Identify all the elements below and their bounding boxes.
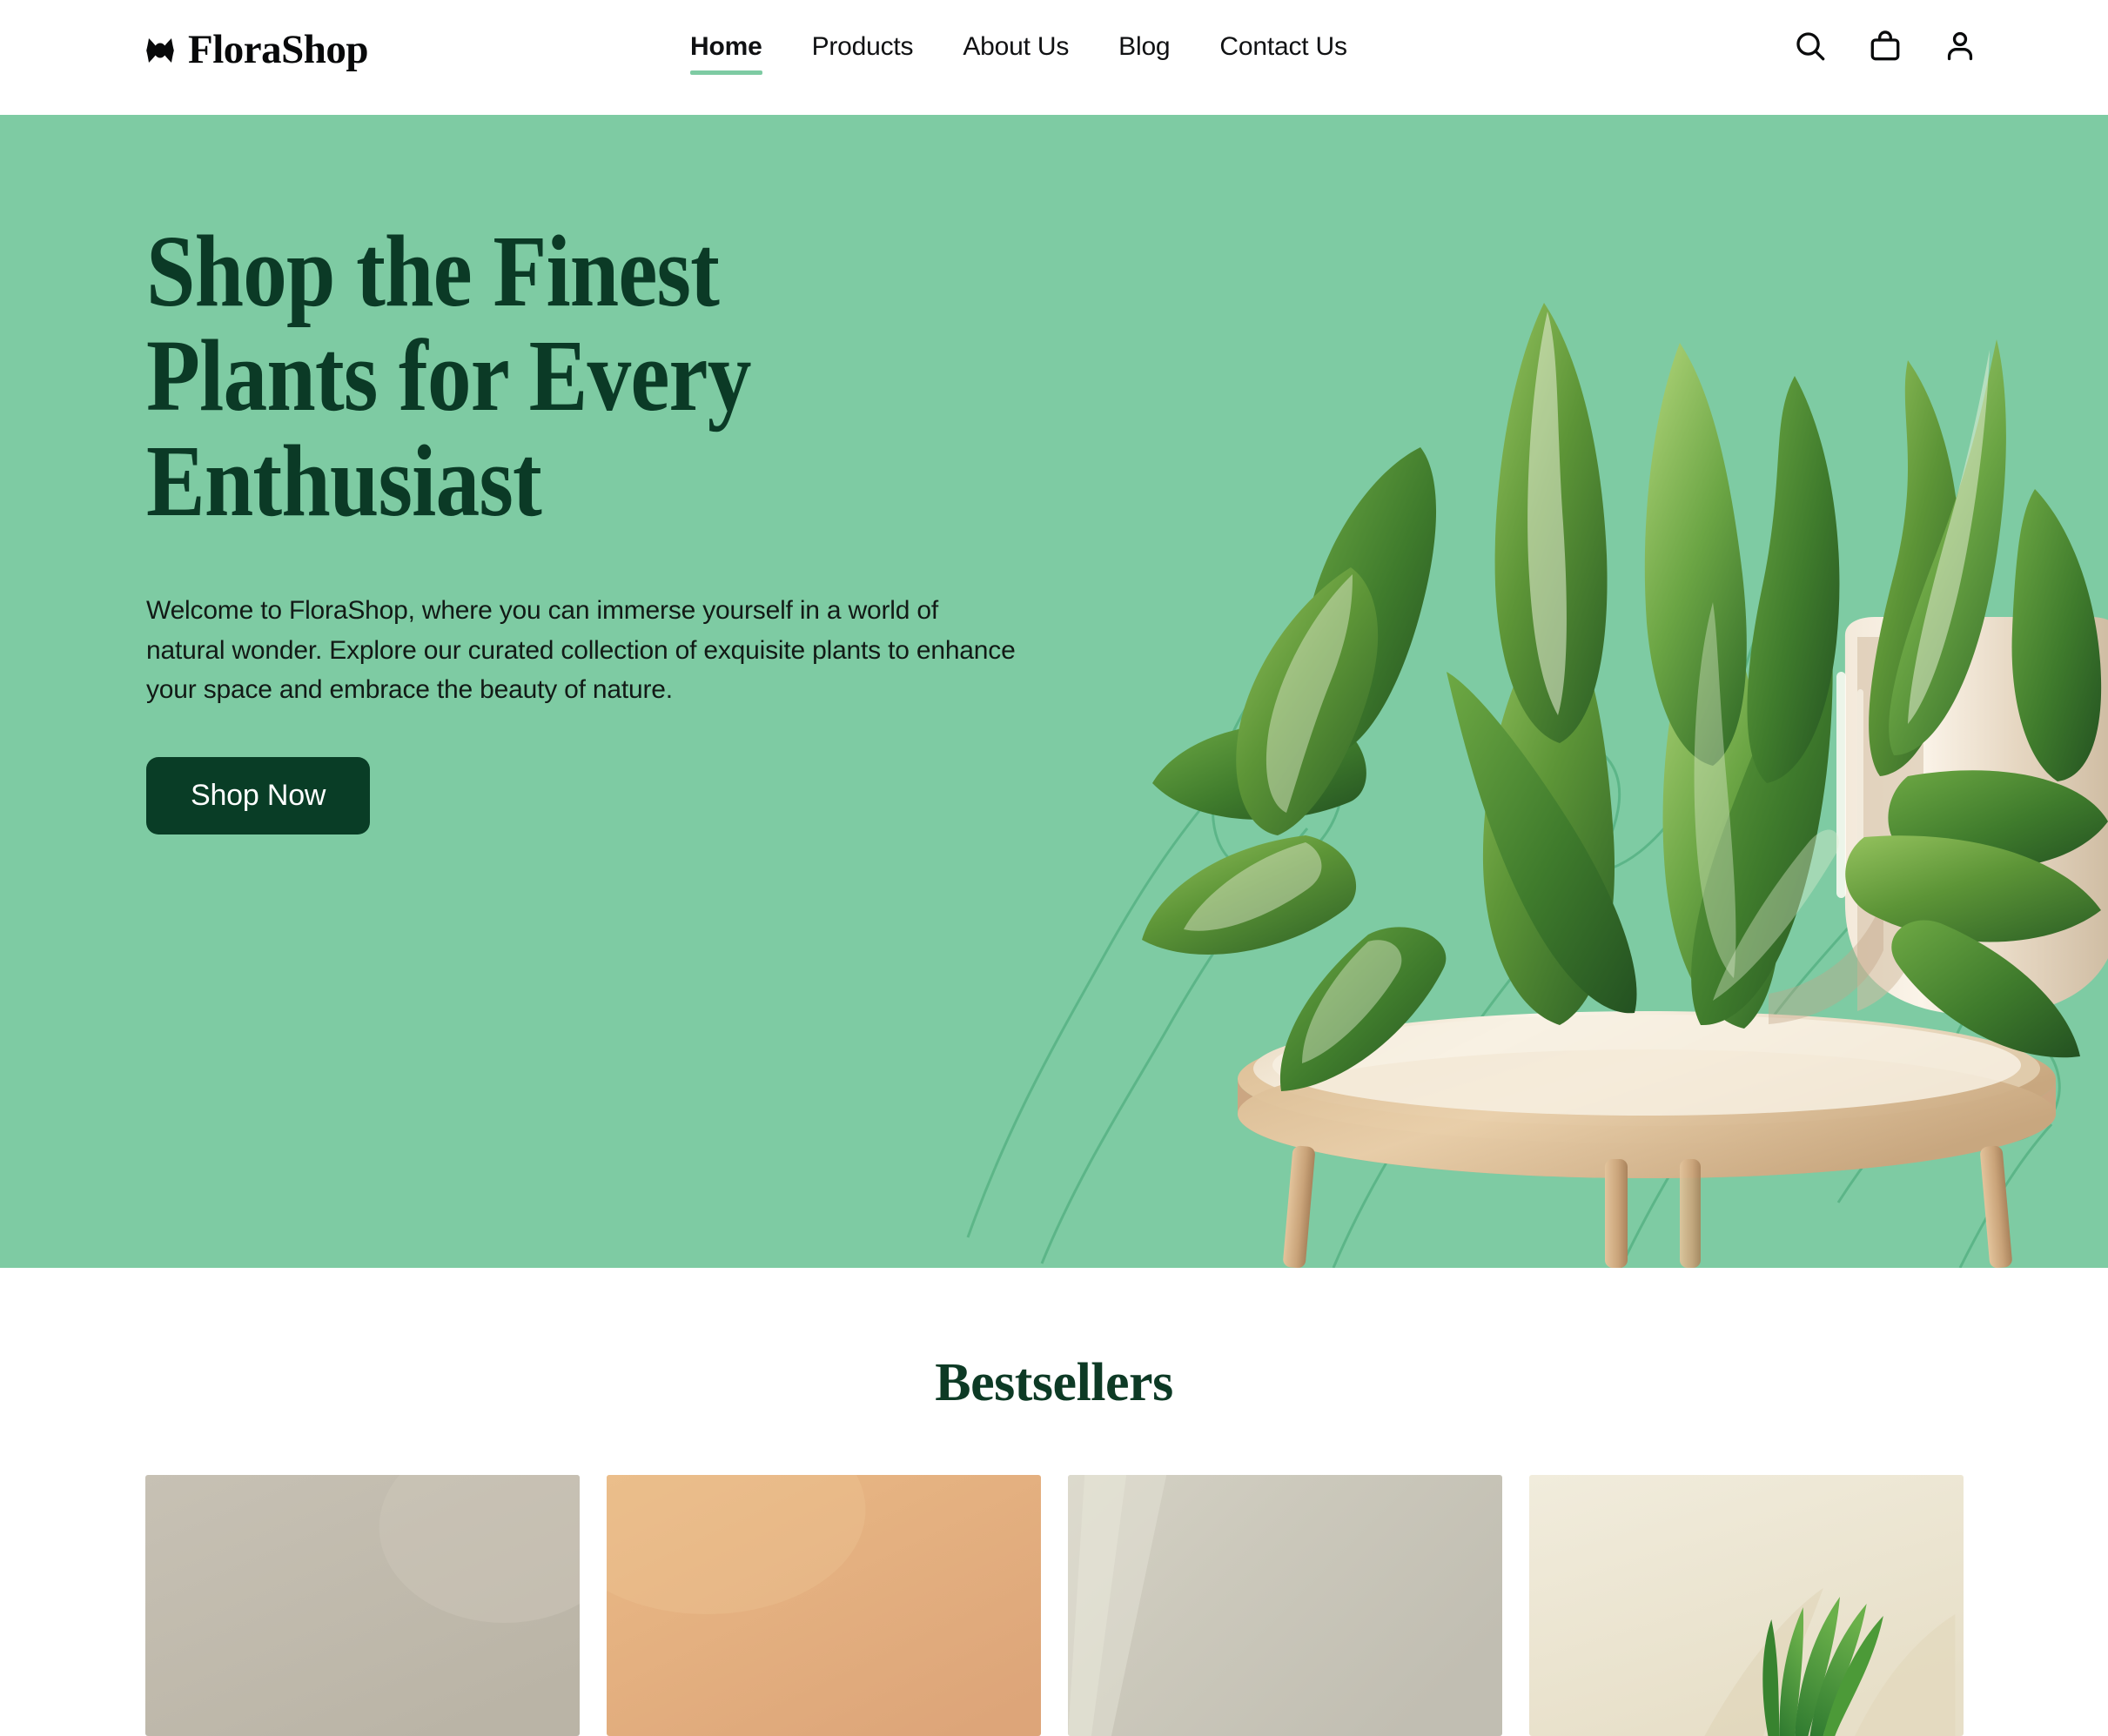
product-image-1 bbox=[144, 1475, 580, 1736]
nav-item-home[interactable]: Home bbox=[690, 31, 762, 84]
nav-item-about-us[interactable]: About Us bbox=[963, 31, 1069, 84]
nav-item-products[interactable]: Products bbox=[812, 31, 914, 84]
search-button[interactable] bbox=[1791, 28, 1829, 66]
product-card[interactable] bbox=[1067, 1475, 1502, 1736]
cart-button[interactable] bbox=[1866, 28, 1904, 66]
nav-item-blog[interactable]: Blog bbox=[1118, 31, 1170, 84]
product-image-2 bbox=[606, 1475, 1041, 1736]
shop-now-button[interactable]: Shop Now bbox=[146, 756, 371, 834]
hero-subtitle: Welcome to FloraShop, where you can imme… bbox=[146, 596, 1016, 705]
nav-item-contact-us[interactable]: Contact Us bbox=[1219, 31, 1347, 84]
bestsellers-product-grid bbox=[144, 1475, 1964, 1736]
hero-title: Shop the Finest Plants for Every Enthusi… bbox=[146, 214, 751, 538]
product-card[interactable] bbox=[144, 1475, 580, 1736]
primary-navigation: Home Products About Us Blog Contact Us bbox=[690, 31, 1347, 84]
brand-name: FloraShop bbox=[188, 27, 369, 72]
product-card[interactable] bbox=[1528, 1475, 1964, 1736]
user-account-icon bbox=[1942, 28, 1978, 67]
bestsellers-title: Bestsellers bbox=[935, 1353, 1173, 1412]
flower-mark-icon bbox=[144, 35, 176, 66]
account-button[interactable] bbox=[1941, 28, 1979, 66]
search-icon bbox=[1792, 28, 1829, 67]
bestsellers-section: Bestsellers bbox=[0, 1268, 2108, 1736]
hero-copy: Shop the Finest Plants for Every Enthusi… bbox=[146, 214, 1017, 834]
shopping-bag-icon bbox=[1867, 28, 1903, 67]
product-image-4 bbox=[1528, 1475, 1964, 1736]
product-image-3 bbox=[1067, 1475, 1502, 1736]
brand-logo[interactable]: FloraShop bbox=[144, 27, 369, 72]
site-header: FloraShop Home Products About Us Blog Co… bbox=[0, 0, 2108, 115]
hero-section: Shop the Finest Plants for Every Enthusi… bbox=[0, 115, 2108, 1268]
product-card[interactable] bbox=[606, 1475, 1041, 1736]
header-actions bbox=[1791, 28, 1979, 66]
hero-plant-illustration bbox=[959, 115, 2108, 1268]
